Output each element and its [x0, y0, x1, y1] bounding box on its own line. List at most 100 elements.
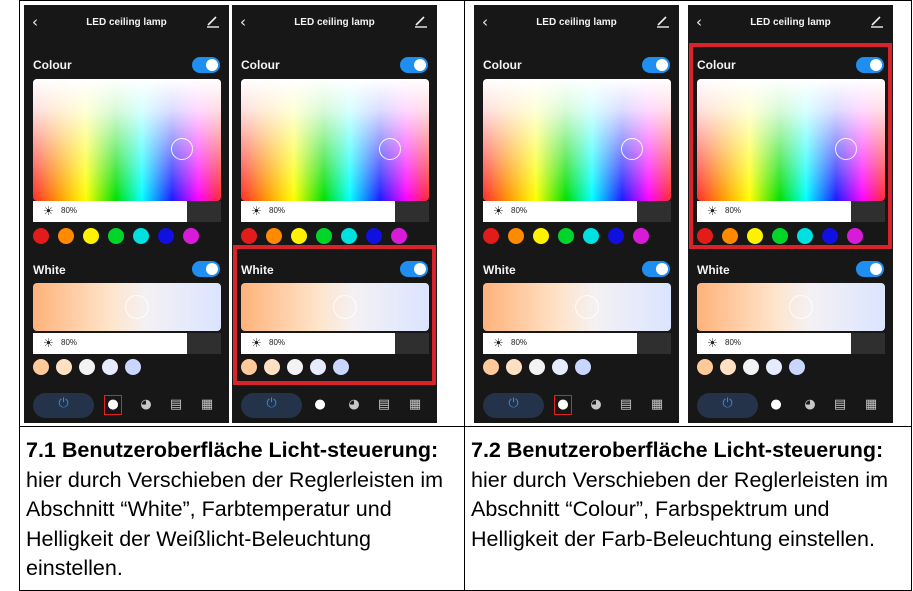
power-button[interactable]: ⏻ [483, 393, 544, 418]
colour-swatch[interactable] [58, 228, 74, 244]
sun-icon: ☀ [251, 204, 262, 218]
colour-swatch[interactable] [633, 228, 649, 244]
palette-icon[interactable]: ◕ [802, 396, 818, 414]
colour-temperature-slider[interactable] [33, 283, 221, 331]
colour-swatch[interactable] [316, 228, 332, 244]
white-swatch[interactable] [697, 359, 713, 375]
colour-swatch[interactable] [508, 228, 524, 244]
white-swatch[interactable] [56, 359, 72, 375]
colour-swatch[interactable] [583, 228, 599, 244]
white-swatch[interactable] [575, 359, 591, 375]
colour-temperature-slider[interactable] [483, 283, 671, 331]
edit-pencil-icon[interactable] [870, 13, 884, 28]
white-brightness-slider[interactable]: ☀ 80% [483, 333, 671, 354]
colour-swatch[interactable] [391, 228, 407, 244]
brightness-track-end [395, 201, 429, 222]
white-swatch[interactable] [33, 359, 49, 375]
colour-brightness-slider[interactable]: ☀ 80% [483, 201, 671, 222]
colour-swatch[interactable] [158, 228, 174, 244]
white-swatch[interactable] [552, 359, 568, 375]
colour-swatch[interactable] [291, 228, 307, 244]
colour-swatch[interactable] [33, 228, 49, 244]
bulb-icon[interactable]: ● [554, 395, 572, 415]
colour-spectrum-picker[interactable] [33, 79, 221, 201]
temperature-picker-handle[interactable] [789, 295, 813, 319]
colour-toggle[interactable] [192, 57, 220, 73]
white-swatch[interactable] [529, 359, 545, 375]
white-swatch[interactable] [766, 359, 782, 375]
grid-icon[interactable]: ▦ [407, 396, 423, 414]
edit-pencil-icon[interactable] [656, 13, 670, 28]
colour-swatch[interactable] [366, 228, 382, 244]
colour-temperature-slider[interactable] [697, 283, 885, 331]
power-icon: ⏻ [266, 396, 277, 411]
temperature-picker-handle[interactable] [575, 295, 599, 319]
white-toggle[interactable] [642, 261, 670, 277]
scene-icon[interactable]: ▤ [168, 396, 184, 414]
colour-swatch[interactable] [341, 228, 357, 244]
colour-swatch[interactable] [558, 228, 574, 244]
scene-icon[interactable]: ▤ [832, 396, 848, 414]
colour-toggle[interactable] [642, 57, 670, 73]
caption-cell-left: 7.1 Benutzeroberfläche Licht-steuerung: … [19, 426, 465, 591]
white-swatch[interactable] [102, 359, 118, 375]
white-toggle[interactable] [856, 261, 884, 277]
edit-pencil-icon[interactable] [414, 13, 428, 28]
bottom-navigation: ⏻ ● ◕ ▤ ▦ [474, 387, 679, 423]
temperature-picker-handle[interactable] [125, 295, 149, 319]
white-swatch[interactable] [789, 359, 805, 375]
colour-swatch[interactable] [533, 228, 549, 244]
white-toggle[interactable] [192, 261, 220, 277]
colour-toggle[interactable] [400, 57, 428, 73]
caption-heading: 7.1 Benutzeroberfläche Licht-steuerung: [26, 438, 439, 462]
power-button[interactable]: ⏻ [241, 393, 302, 418]
colour-swatch[interactable] [608, 228, 624, 244]
white-swatch[interactable] [125, 359, 141, 375]
app-screen: ‹ LED ceiling lamp Colour ☀ 80% White ☀ 80% ⏻ ● ◕ ▤… [24, 5, 229, 423]
colour-picker-handle[interactable] [379, 138, 401, 160]
palette-icon[interactable]: ◕ [346, 396, 362, 414]
app-screen: ‹ LED ceiling lamp Colour ☀ 80% White ☀ 80% ⏻ ● ◕ ▤… [688, 5, 893, 423]
white-brightness-slider[interactable]: ☀ 80% [33, 333, 221, 354]
bottom-navigation: ⏻ ● ◕ ▤ ▦ [232, 387, 437, 423]
bulb-icon[interactable]: ● [768, 396, 784, 414]
white-swatch[interactable] [79, 359, 95, 375]
app-title: LED ceiling lamp [294, 17, 375, 28]
colour-spectrum-picker[interactable] [241, 79, 429, 201]
colour-brightness-slider[interactable]: ☀ 80% [33, 201, 221, 222]
power-button[interactable]: ⏻ [697, 393, 758, 418]
grid-icon[interactable]: ▦ [863, 396, 879, 414]
colour-section-label: Colour [241, 58, 280, 72]
white-brightness-slider[interactable]: ☀ 80% [697, 333, 885, 354]
colour-swatch[interactable] [83, 228, 99, 244]
scene-icon[interactable]: ▤ [376, 396, 392, 414]
colour-spectrum-picker[interactable] [483, 79, 671, 201]
colour-picker-handle[interactable] [621, 138, 643, 160]
edit-pencil-icon[interactable] [206, 13, 220, 28]
colour-swatch[interactable] [241, 228, 257, 244]
colour-section-label: Colour [33, 58, 72, 72]
sun-icon: ☀ [493, 204, 504, 218]
grid-icon[interactable]: ▦ [649, 396, 665, 414]
palette-icon[interactable]: ◕ [588, 396, 604, 414]
colour-swatch[interactable] [133, 228, 149, 244]
white-swatch[interactable] [506, 359, 522, 375]
grid-icon[interactable]: ▦ [199, 396, 215, 414]
white-swatch[interactable] [720, 359, 736, 375]
bulb-icon[interactable]: ● [104, 395, 122, 415]
white-swatch[interactable] [483, 359, 499, 375]
colour-brightness-slider[interactable]: ☀ 80% [241, 201, 429, 222]
colour-swatch[interactable] [483, 228, 499, 244]
palette-icon[interactable]: ◕ [138, 396, 154, 414]
colour-picker-handle[interactable] [171, 138, 193, 160]
white-section-label: White [483, 263, 516, 277]
white-swatch[interactable] [743, 359, 759, 375]
power-button[interactable]: ⏻ [33, 393, 94, 418]
colour-swatch[interactable] [183, 228, 199, 244]
brightness-value: 80% [61, 338, 78, 347]
scene-icon[interactable]: ▤ [618, 396, 634, 414]
bulb-icon[interactable]: ● [312, 396, 328, 414]
sun-icon: ☀ [43, 204, 54, 218]
colour-swatch[interactable] [108, 228, 124, 244]
colour-swatch[interactable] [266, 228, 282, 244]
